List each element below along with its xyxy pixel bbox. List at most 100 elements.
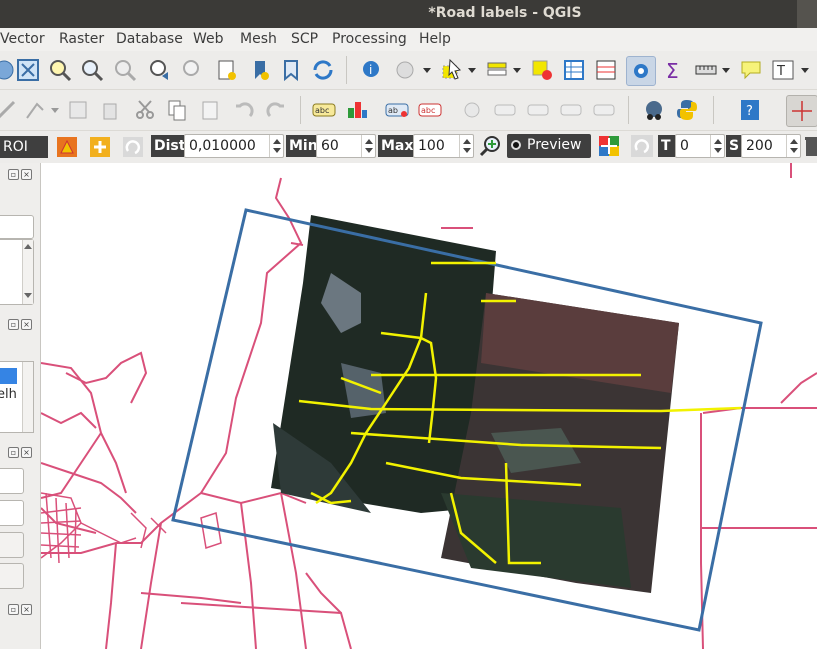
- menu-scp[interactable]: SCP: [291, 31, 318, 47]
- chevron-down-icon[interactable]: [801, 68, 809, 73]
- float-panel-icon[interactable]: ▫: [8, 319, 19, 330]
- menu-vector[interactable]: Vector: [0, 31, 45, 47]
- zoom-next-icon[interactable]: [181, 58, 205, 82]
- panel-field[interactable]: [0, 468, 24, 494]
- selected-row[interactable]: [0, 368, 17, 384]
- show-bookmarks-icon[interactable]: [248, 58, 272, 82]
- plugin-icon[interactable]: [642, 98, 666, 122]
- panel-input[interactable]: [0, 215, 34, 239]
- zoom-full-icon[interactable]: [16, 58, 40, 82]
- menu-help[interactable]: Help: [419, 31, 451, 47]
- t-spinner[interactable]: [710, 135, 724, 157]
- undo-icon[interactable]: [232, 98, 256, 122]
- zoom-in-icon[interactable]: [48, 58, 72, 82]
- refresh-icon[interactable]: [311, 58, 335, 82]
- dist-input[interactable]: 0,010000: [184, 134, 284, 158]
- identify-icon[interactable]: i: [360, 58, 384, 82]
- scrollbar[interactable]: [22, 362, 33, 432]
- unpin-label-icon[interactable]: [592, 98, 616, 122]
- label-icon[interactable]: abc: [312, 98, 336, 122]
- chevron-down-icon[interactable]: [423, 68, 431, 73]
- chevron-down-icon[interactable]: [468, 68, 476, 73]
- redo-roi-icon[interactable]: [121, 135, 145, 159]
- band-set-icon[interactable]: [597, 134, 621, 158]
- min-input[interactable]: 60: [316, 134, 376, 158]
- reload-preview-icon[interactable]: [630, 134, 654, 158]
- close-panel-icon[interactable]: ×: [21, 169, 32, 180]
- scrollbar[interactable]: [22, 240, 33, 304]
- change-label-icon[interactable]: [526, 98, 550, 122]
- help-icon[interactable]: ?: [738, 98, 762, 122]
- map-canvas[interactable]: [41, 163, 817, 649]
- menu-processing[interactable]: Processing: [332, 31, 407, 47]
- diagram-icon[interactable]: [345, 98, 369, 122]
- map-tips-icon[interactable]: [739, 58, 763, 82]
- chevron-down-icon[interactable]: [51, 108, 59, 113]
- action-icon[interactable]: [393, 58, 417, 82]
- chevron-down-icon[interactable]: [722, 68, 730, 73]
- zoom-native-icon[interactable]: [113, 58, 137, 82]
- redo-icon[interactable]: [264, 98, 288, 122]
- menu-raster[interactable]: Raster: [59, 31, 104, 47]
- s-spinner[interactable]: [786, 135, 800, 157]
- attribute-table-icon[interactable]: [562, 58, 586, 82]
- add-icon[interactable]: [88, 135, 112, 159]
- roi-icon[interactable]: [55, 135, 79, 159]
- panel-button[interactable]: [0, 563, 24, 589]
- menu-database[interactable]: Database: [116, 31, 183, 47]
- zoom-out-icon[interactable]: [80, 58, 104, 82]
- measure-icon[interactable]: [694, 58, 718, 82]
- s-input[interactable]: 200: [741, 134, 801, 158]
- cut-icon[interactable]: [133, 98, 157, 122]
- select-attribute-icon[interactable]: [485, 58, 509, 82]
- new-bookmark-icon[interactable]: [215, 58, 239, 82]
- panel-field[interactable]: [0, 500, 24, 526]
- show-label-icon[interactable]: abc: [418, 98, 442, 122]
- window-control[interactable]: [797, 0, 817, 28]
- sum-icon[interactable]: Σ: [662, 58, 686, 82]
- close-panel-icon[interactable]: ×: [21, 604, 32, 615]
- move-label-icon[interactable]: [460, 98, 484, 122]
- max-input[interactable]: 100: [413, 134, 474, 158]
- pin-label-icon[interactable]: ab: [385, 98, 409, 122]
- float-panel-icon[interactable]: ▫: [8, 169, 19, 180]
- delete-icon[interactable]: [98, 98, 122, 122]
- max-spinner[interactable]: [459, 135, 473, 157]
- digitize-icon[interactable]: [0, 98, 18, 122]
- label-property-icon[interactable]: [559, 98, 583, 122]
- statistics-icon[interactable]: [626, 56, 656, 86]
- python-icon[interactable]: [675, 98, 699, 122]
- zoom-preview-icon[interactable]: [479, 134, 503, 158]
- rotate-label-icon[interactable]: [493, 98, 517, 122]
- paste-icon[interactable]: [198, 98, 222, 122]
- field-calculator-icon[interactable]: [594, 58, 618, 82]
- float-panel-icon[interactable]: ▫: [8, 447, 19, 458]
- pan-icon[interactable]: [0, 58, 16, 82]
- min-spinner[interactable]: [361, 135, 375, 157]
- close-panel-icon[interactable]: ×: [21, 447, 32, 458]
- panel-list[interactable]: [0, 239, 34, 305]
- edit-icon[interactable]: [66, 98, 90, 122]
- deselect-icon[interactable]: [530, 58, 554, 82]
- panel-tree[interactable]: elh: [0, 361, 34, 433]
- text-annotation-icon[interactable]: T: [771, 58, 795, 82]
- dist-spinner[interactable]: [269, 135, 283, 157]
- float-panel-icon[interactable]: ▫: [8, 604, 19, 615]
- trash-icon[interactable]: [804, 134, 817, 158]
- preview-button[interactable]: Preview: [507, 134, 591, 158]
- panel-button[interactable]: [0, 532, 24, 558]
- bookmark-icon[interactable]: [279, 58, 303, 82]
- close-panel-icon[interactable]: ×: [21, 319, 32, 330]
- crosshair-icon[interactable]: [786, 95, 817, 127]
- select-icon[interactable]: [440, 58, 464, 82]
- t-input[interactable]: 0: [675, 134, 725, 158]
- toolbar-separator: [346, 56, 347, 84]
- add-feature-icon[interactable]: [23, 98, 47, 122]
- chevron-down-icon[interactable]: [513, 68, 521, 73]
- copy-icon[interactable]: [165, 98, 189, 122]
- menu-web[interactable]: Web: [193, 31, 224, 47]
- urban-roads: [41, 492, 222, 564]
- zoom-last-icon[interactable]: [148, 58, 172, 82]
- map-view: [41, 163, 817, 649]
- menu-mesh[interactable]: Mesh: [240, 31, 277, 47]
